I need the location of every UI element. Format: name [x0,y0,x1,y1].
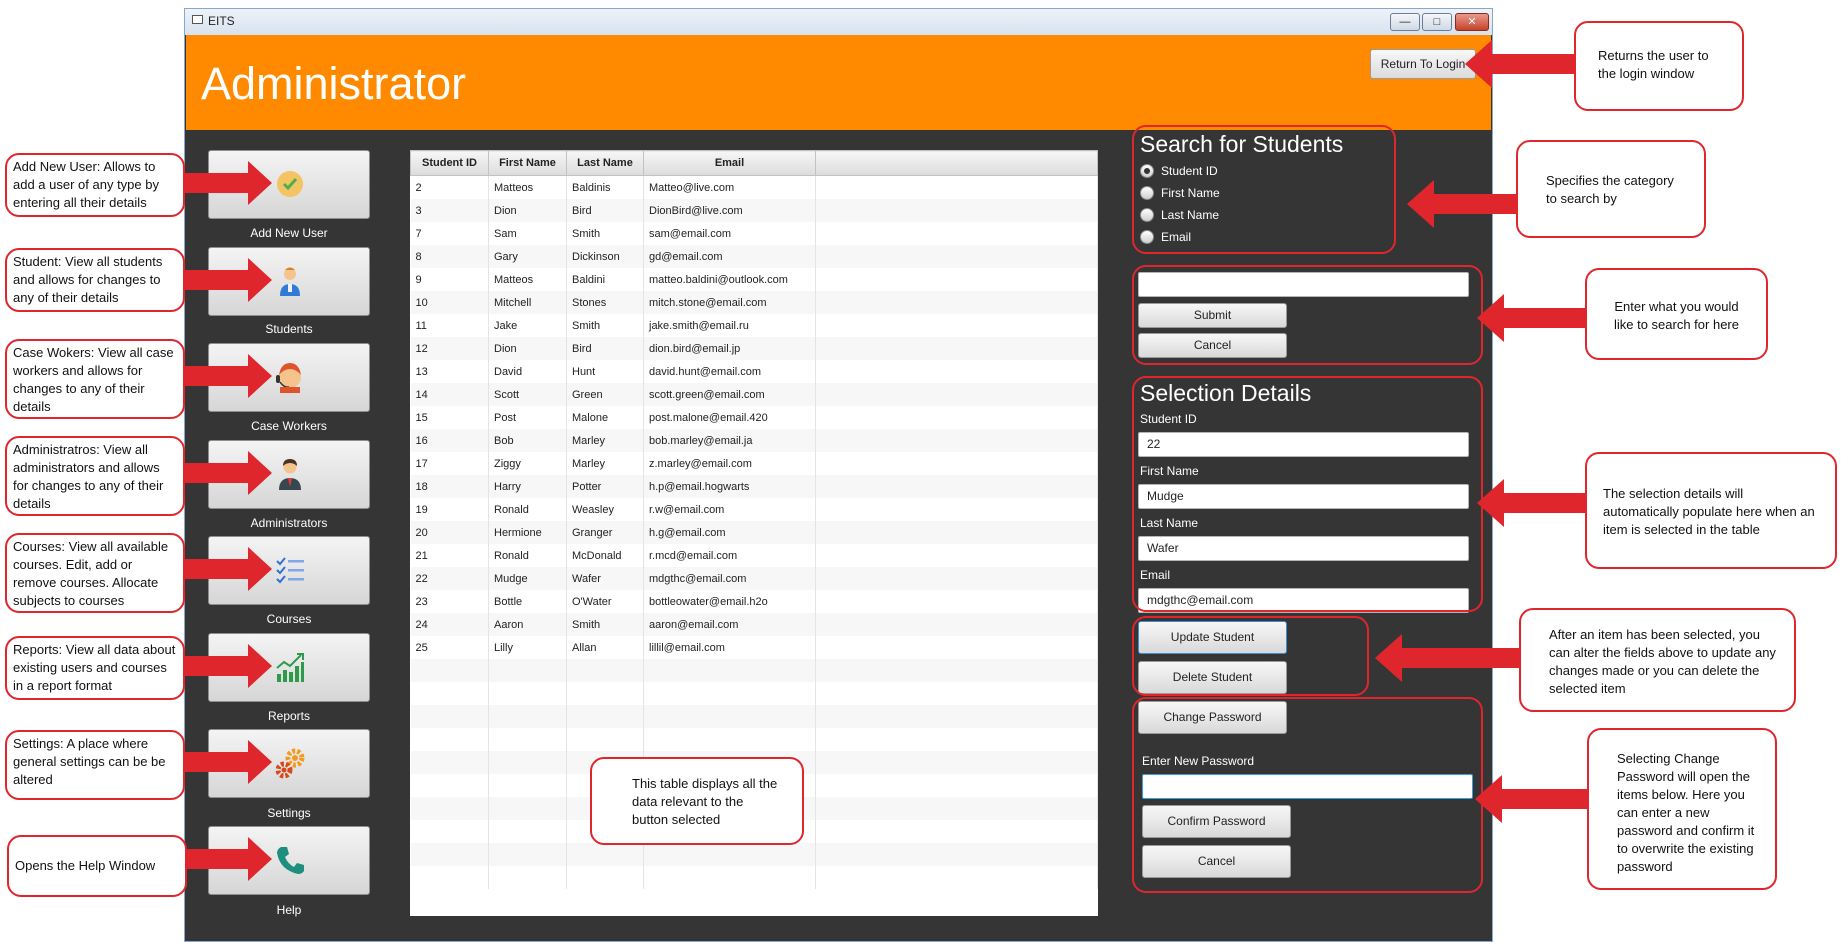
note-courses: Courses: View all available courses. Edi… [5,533,185,613]
note-help: Opens the Help Window [7,835,187,897]
arrow-selection [1477,479,1585,527]
note-password: Selecting Change Password will open the … [1587,728,1777,890]
arrow-return [1465,40,1574,88]
arrow-help [184,837,272,881]
arrow-students [184,258,272,302]
note-category: Specifies the category to search by [1516,140,1706,238]
note-settings: Settings: A place where general settings… [5,730,185,800]
arrow-search-input [1477,294,1585,342]
note-search-input: Enter what you would like to search for … [1585,268,1768,360]
note-add-user: Add New User: Allows to add a user of an… [5,153,185,217]
note-reports: Reports: View all data about existing us… [5,636,185,700]
note-table: This table displays all the data relevan… [590,757,804,845]
arrow-category [1407,180,1516,228]
arrow-administrators [184,451,272,495]
arrow-password [1475,775,1587,823]
arrow-courses [184,547,272,591]
note-students: Student: View all students and allows fo… [5,248,185,312]
arrow-update [1375,634,1519,682]
note-update: After an item has been selected, you can… [1519,608,1796,712]
note-case-workers: Case Wokers: View all case workers and a… [5,339,185,419]
arrow-reports [184,644,272,688]
note-return: Returns the user to the login window [1574,21,1744,111]
arrow-settings [184,740,272,784]
arrow-case-workers [184,354,272,398]
arrow-add-user [184,161,272,205]
note-administrators: Administratros: View all administrators … [5,436,185,516]
note-selection: The selection details will automatically… [1585,452,1837,569]
